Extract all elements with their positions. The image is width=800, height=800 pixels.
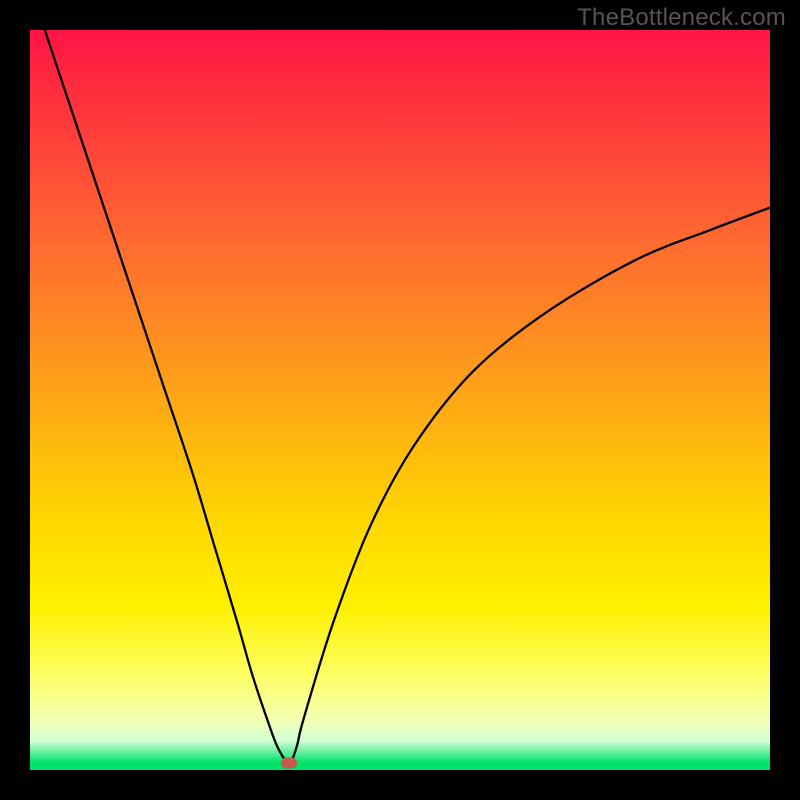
bottleneck-marker bbox=[281, 757, 297, 768]
watermark-text: TheBottleneck.com bbox=[577, 4, 786, 32]
chart-frame: TheBottleneck.com bbox=[0, 0, 800, 800]
plot-area bbox=[30, 30, 770, 770]
bottleneck-curve bbox=[30, 30, 770, 770]
